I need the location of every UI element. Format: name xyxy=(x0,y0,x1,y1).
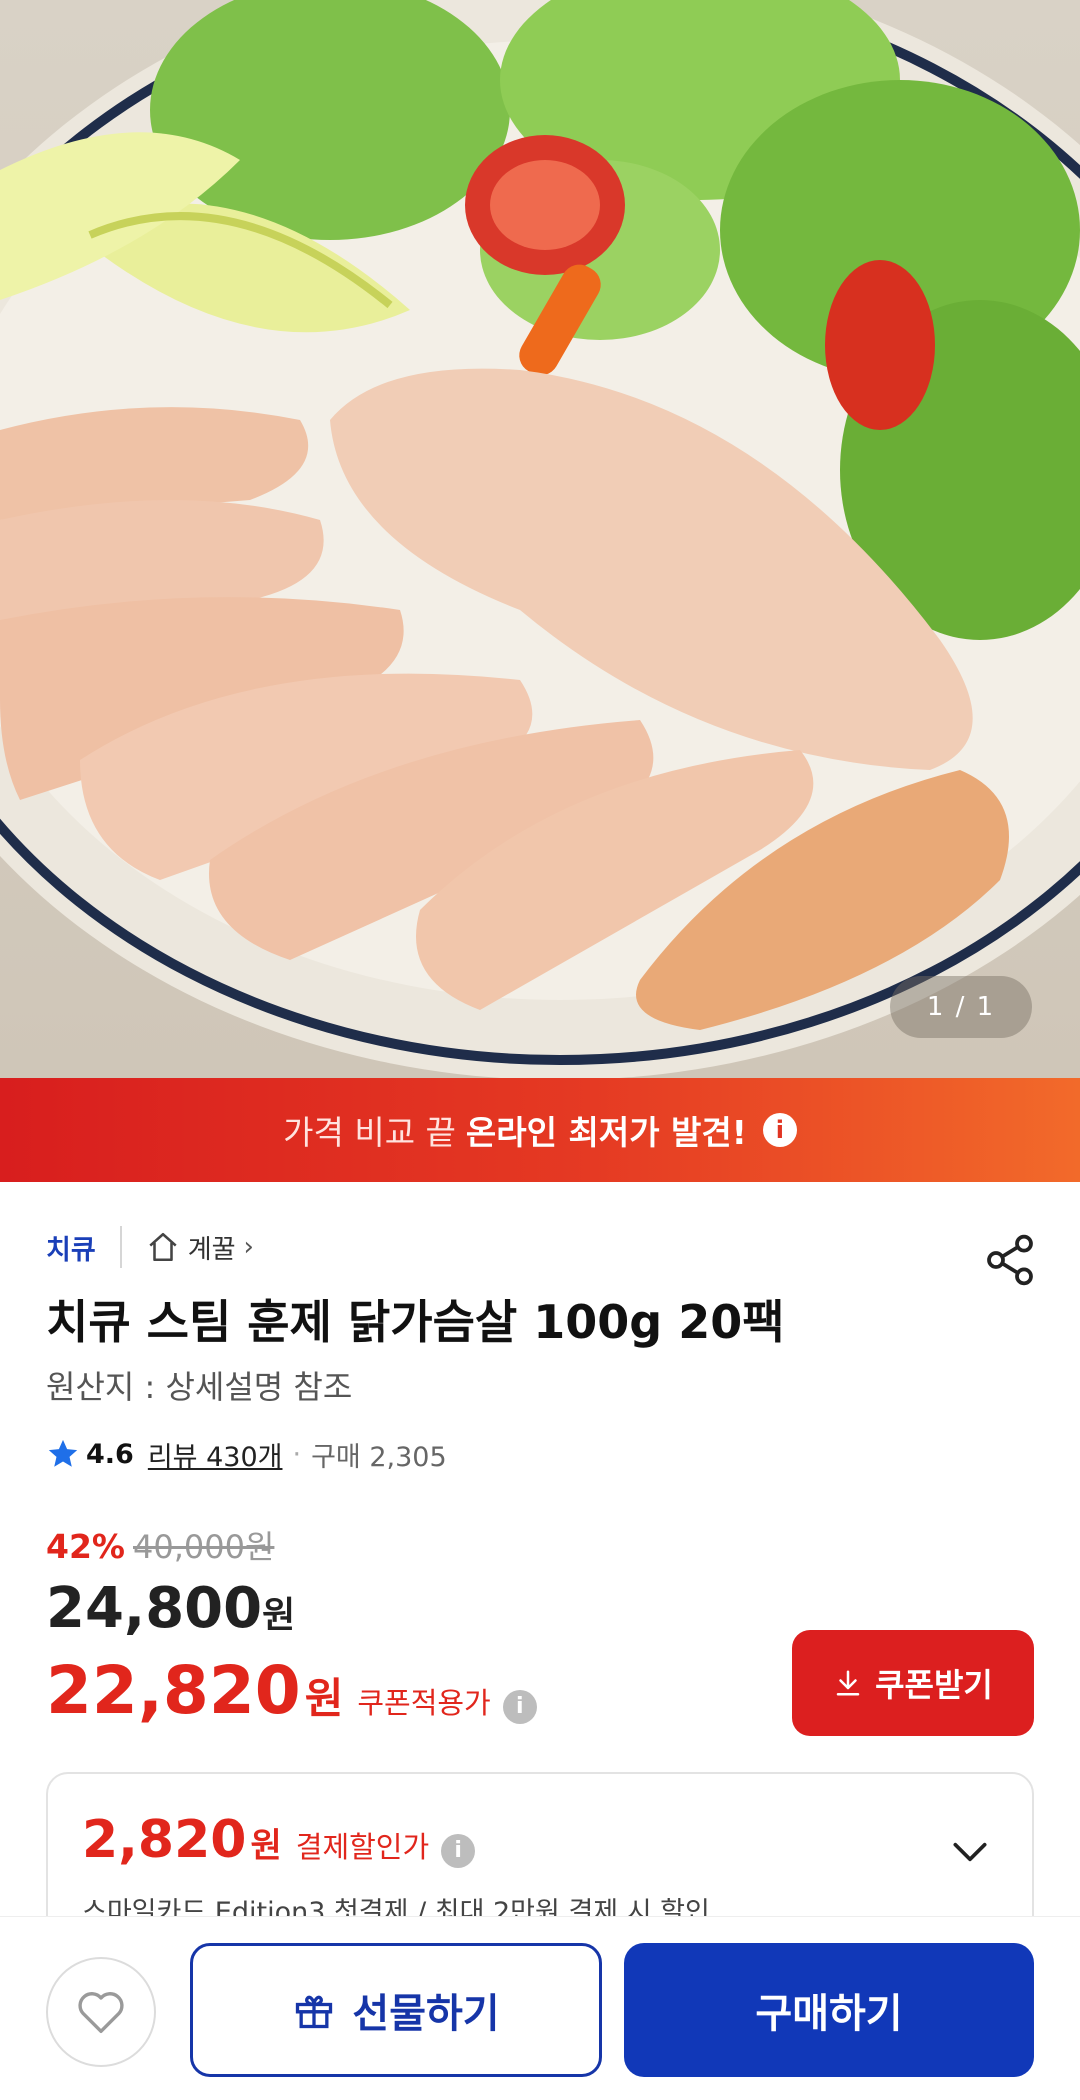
coupon-price-label: 쿠폰적용가 xyxy=(357,1686,491,1720)
chevron-down-icon[interactable] xyxy=(948,1830,992,1874)
share-icon[interactable] xyxy=(982,1232,1038,1288)
home-icon[interactable] xyxy=(146,1230,180,1264)
bottom-action-bar: 선물하기 구매하기 xyxy=(0,1916,1080,2100)
buy-label: 구매하기 xyxy=(755,1991,903,2037)
payment-discount-line: 2,820 원 결제할인가 i xyxy=(82,1810,476,1870)
purchase-count: 구매 2,305 xyxy=(311,1441,447,1473)
chevron-right-icon: › xyxy=(243,1232,254,1262)
gift-button[interactable]: 선물하기 xyxy=(190,1943,602,2077)
discount-rate: 42% xyxy=(46,1527,125,1566)
payment-discount-unit: 원 xyxy=(250,1826,282,1866)
coupon-price-value: 22,820 xyxy=(46,1652,301,1729)
buy-button[interactable]: 구매하기 xyxy=(624,1943,1034,2077)
banner-light-text: 가격 비교 끝 xyxy=(283,1113,456,1152)
wishlist-button[interactable] xyxy=(46,1957,156,2067)
review-link[interactable]: 리뷰 430개 xyxy=(148,1435,283,1474)
info-icon[interactable]: i xyxy=(441,1834,476,1868)
product-title: 치큐 스팀 훈제 닭가슴살 100g 20팩 xyxy=(46,1295,785,1349)
discount-row: 42% 40,000원 xyxy=(46,1522,274,1568)
get-coupon-button[interactable]: 쿠폰받기 xyxy=(792,1630,1034,1736)
product-image[interactable]: 1 / 1 xyxy=(0,0,1080,1078)
payment-discount-label: 결제할인가 xyxy=(295,1830,430,1864)
sale-price: 24,800원 xyxy=(46,1576,295,1641)
gift-icon xyxy=(296,1995,333,2029)
info-icon[interactable]: i xyxy=(762,1113,797,1147)
original-price: 40,000원 xyxy=(133,1528,275,1566)
origin-text: 원산지 : 상세설명 참조 xyxy=(46,1368,353,1406)
sale-price-unit: 원 xyxy=(262,1595,296,1636)
rating-score: 4.6 xyxy=(86,1438,134,1470)
breadcrumb-category[interactable]: 계꿀 xyxy=(188,1229,236,1266)
coupon-price: 22,820 원 쿠폰적용가 i xyxy=(46,1652,537,1729)
breadcrumb: 치큐 계꿀 › xyxy=(46,1222,254,1272)
get-coupon-label: 쿠폰받기 xyxy=(875,1666,993,1704)
banner-strong-text: 온라인 최저가 발견! xyxy=(465,1113,747,1152)
rating-row: 4.6 리뷰 430개 · 구매 2,305 xyxy=(46,1432,447,1476)
image-counter: 1 / 1 xyxy=(890,976,1032,1038)
lowest-price-banner[interactable]: 가격 비교 끝 온라인 최저가 발견! i xyxy=(0,1078,1080,1182)
info-icon[interactable]: i xyxy=(502,1690,537,1724)
heart-icon xyxy=(78,1992,124,2034)
sale-price-value: 24,800 xyxy=(46,1576,263,1641)
coupon-price-unit: 원 xyxy=(304,1674,344,1723)
breadcrumb-divider xyxy=(119,1226,122,1268)
payment-discount-amount: 2,820 xyxy=(82,1810,247,1870)
separator-dot: · xyxy=(292,1438,302,1470)
download-icon xyxy=(836,1670,860,1696)
brand-link[interactable]: 치큐 xyxy=(46,1228,96,1267)
star-icon xyxy=(48,1439,78,1467)
gift-label: 선물하기 xyxy=(352,1991,500,2037)
product-photo xyxy=(0,0,1080,1078)
